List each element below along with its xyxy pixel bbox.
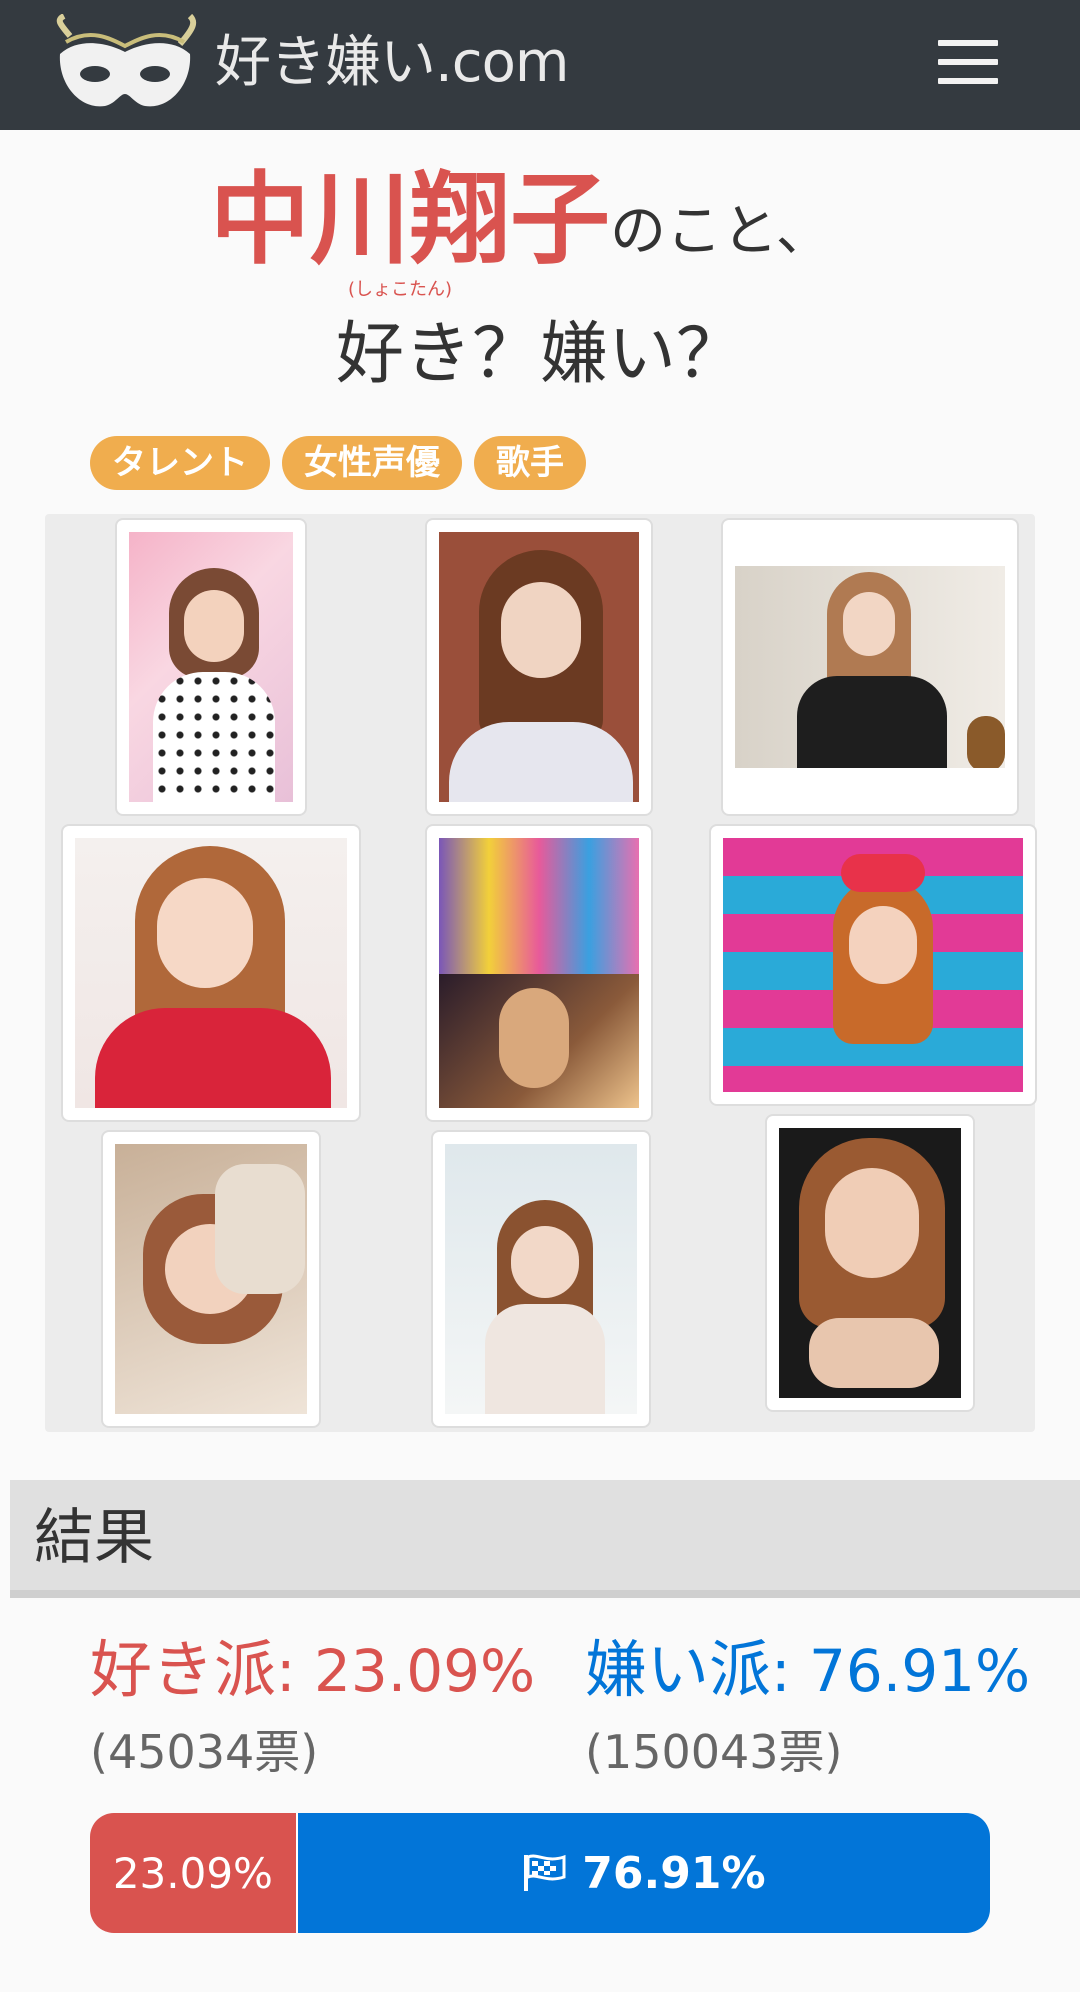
gallery-image[interactable] xyxy=(425,518,653,816)
gallery-image[interactable] xyxy=(61,824,361,1122)
like-stat: 好き派: 23.09% xyxy=(90,1632,535,1709)
tag-talent[interactable]: タレント xyxy=(90,436,270,490)
photo-gallery xyxy=(45,514,1037,1432)
tag-voice-actress[interactable]: 女性声優 xyxy=(282,436,462,490)
dislike-percent: : 76.91% xyxy=(771,1637,1031,1705)
gallery-image[interactable] xyxy=(101,1130,321,1428)
result-progress-bar: 23.09% 76.91% xyxy=(90,1813,990,1933)
flag-icon xyxy=(524,1854,566,1891)
gallery-image[interactable] xyxy=(115,518,307,816)
hamburger-menu-icon[interactable] xyxy=(938,40,998,90)
name-reading: (しょこたん) xyxy=(347,279,453,300)
top-navbar: 好き嫌い.com xyxy=(0,0,1080,130)
title-suffix: のこと、 xyxy=(610,199,832,264)
like-dislike-question: 好き？嫌い？ xyxy=(335,315,744,394)
site-logo-text[interactable]: 好き嫌い.com xyxy=(215,28,569,98)
tag-singer[interactable]: 歌手 xyxy=(474,436,586,490)
like-label: 好き派 xyxy=(90,1633,277,1706)
mask-icon[interactable] xyxy=(50,14,200,114)
gallery-image[interactable] xyxy=(721,518,1019,816)
gallery-image[interactable] xyxy=(765,1114,975,1412)
dislike-bar-label: 76.91% xyxy=(582,1847,766,1899)
dislike-label: 嫌い派 xyxy=(585,1633,772,1706)
like-percent: : 23.09% xyxy=(276,1637,536,1705)
category-tags: タレント 女性声優 歌手 xyxy=(90,436,586,490)
like-bar-label: 23.09% xyxy=(112,1848,273,1898)
dislike-votes: (150043票) xyxy=(585,1725,843,1779)
person-name: 中川翔子 xyxy=(210,161,610,278)
gallery-image[interactable] xyxy=(431,1130,651,1428)
result-heading: 結果 xyxy=(34,1503,154,1573)
result-section-header: 結果 xyxy=(10,1480,1080,1598)
dislike-bar-segment: 76.91% xyxy=(297,1813,990,1933)
like-bar-segment: 23.09% xyxy=(90,1813,298,1933)
gallery-image[interactable] xyxy=(709,824,1037,1106)
like-votes: (45034票) xyxy=(90,1725,319,1779)
gallery-image[interactable] xyxy=(425,824,653,1122)
dislike-stat: 嫌い派: 76.91% xyxy=(585,1632,1030,1709)
